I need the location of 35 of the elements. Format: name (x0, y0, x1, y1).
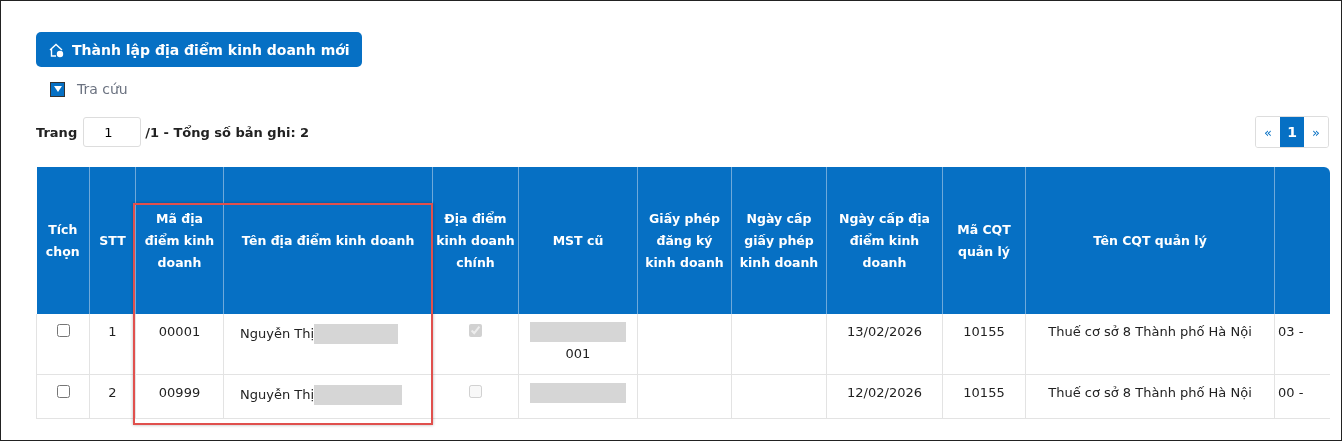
page-input[interactable]: 1 (83, 117, 142, 147)
column-header: Mã địa điểm kinh doanh (135, 167, 224, 314)
table-cell: 1 (89, 314, 136, 374)
page-button[interactable]: 1 (1280, 117, 1304, 147)
row-checkbox[interactable] (56, 384, 70, 398)
table-cell: Thuế cơ sở 8 Thành phố Hà Nội (1025, 374, 1275, 418)
caret-down-icon (53, 86, 62, 92)
table-cell: 2 (89, 374, 136, 418)
column-header: MST cũ (518, 167, 638, 314)
table-cell: 00001 (135, 314, 224, 374)
house-plus-icon (48, 41, 64, 58)
table-cell: 13/02/2026 (826, 314, 943, 374)
row-checkbox[interactable] (56, 324, 70, 337)
column-header: STT (89, 167, 136, 314)
column-header: Ngày cấp giấy phép kinh doanh (731, 167, 827, 314)
table-cell: Nguyễn Thị (240, 386, 315, 401)
table-cell: 00999 (135, 374, 224, 418)
column-header: Tên địa điểm kinh doanh (223, 167, 433, 314)
table-cell: Thuế cơ sở 8 Thành phố Hà Nội (1025, 314, 1275, 374)
table-cell-text: 001 (564, 346, 592, 361)
record-summary: /1 - Tổng số bản ghi: 2 (145, 124, 310, 140)
column-header: Tích chọn (36, 167, 90, 314)
table-cell: 10155 (942, 314, 1026, 374)
create-location-button[interactable]: Thành lập địa điểm kinh doanh mới (36, 32, 362, 67)
expand-toggle[interactable] (50, 81, 65, 97)
page-label: Trang (36, 124, 78, 140)
search-toggle-label[interactable]: Tra cứu (77, 81, 128, 97)
column-header: Tên CQT quản lý (1025, 167, 1275, 314)
column-header: Ngày cấp địa điểm kinh doanh (826, 167, 943, 314)
table-cell: 10155 (942, 374, 1026, 418)
column-header: Mã CQT quản lý (942, 167, 1026, 314)
table-cell: 12/02/2026 (826, 374, 943, 418)
table-cell: Nguyễn Thị (240, 325, 315, 341)
column-header: Giấy phép đăng ký kinh doanh (637, 167, 732, 314)
column-header: Địa điểm kinh doanh chính (432, 167, 519, 314)
